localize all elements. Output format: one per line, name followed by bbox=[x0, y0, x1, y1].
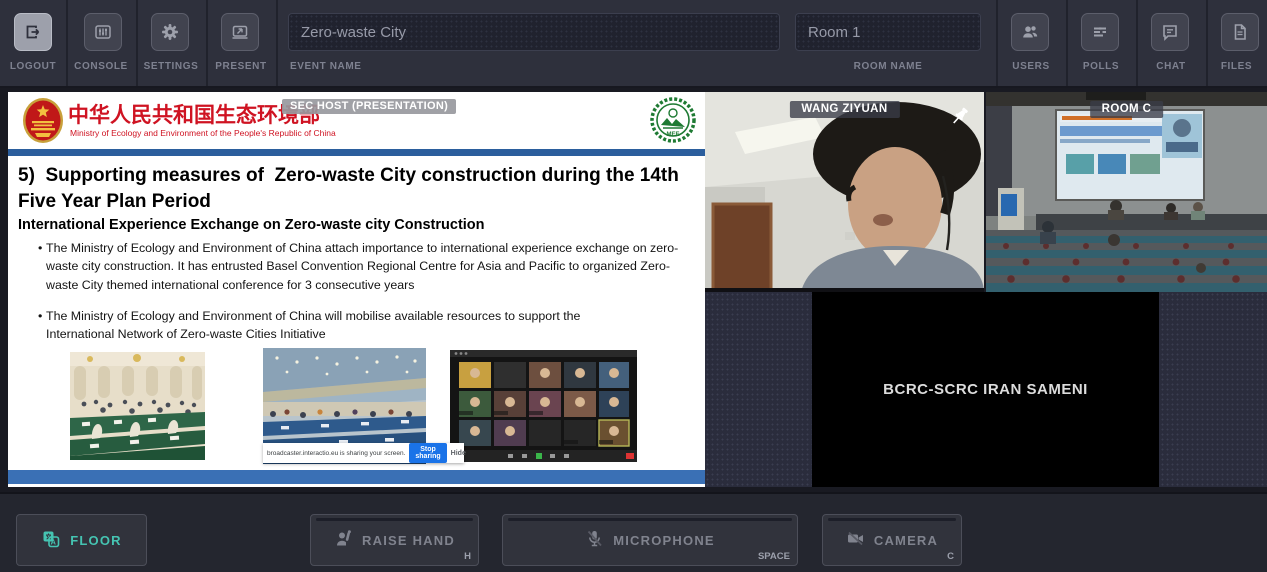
room-name-input[interactable] bbox=[795, 13, 981, 51]
console-icon bbox=[93, 22, 113, 42]
room-video-frame bbox=[986, 92, 1267, 292]
slide-bullet-list: The Ministry of Ecology and Environment … bbox=[38, 239, 686, 344]
present-button[interactable] bbox=[221, 13, 259, 51]
divider bbox=[206, 0, 208, 86]
app-window: LOGOUT CONSOLE SETTINGS PRESENT EVENT NA… bbox=[0, 0, 1267, 572]
svg-text:A: A bbox=[51, 537, 58, 546]
slide-bullet: The Ministry of Ecology and Environment … bbox=[38, 239, 686, 294]
top-toolbar: LOGOUT CONSOLE SETTINGS PRESENT EVENT NA… bbox=[0, 0, 1267, 88]
share-notification-text: broadcaster.interactio.eu is sharing you… bbox=[267, 450, 405, 457]
svg-text:MEE: MEE bbox=[666, 132, 679, 138]
settings-label: SETTINGS bbox=[136, 61, 206, 72]
camera-button[interactable]: CAMERA C bbox=[822, 514, 962, 566]
screen-share-notification: broadcaster.interactio.eu is sharing you… bbox=[263, 443, 464, 463]
video-row-secondary: BCRC-SCRC IRAN SAMENI bbox=[705, 292, 1267, 487]
divider bbox=[996, 0, 998, 86]
camera-off-icon bbox=[846, 529, 865, 551]
video-tile-wang-ziyuan[interactable]: WANG ZIYUAN bbox=[705, 92, 984, 292]
divider bbox=[1136, 0, 1138, 86]
logout-button[interactable] bbox=[14, 13, 52, 51]
files-icon bbox=[1230, 22, 1250, 42]
chat-button[interactable] bbox=[1151, 13, 1189, 51]
event-name-label: EVENT NAME bbox=[290, 61, 410, 72]
users-label: USERS bbox=[996, 61, 1066, 72]
microphone-label: MICROPHONE bbox=[613, 533, 715, 548]
stop-sharing-button[interactable]: Stop sharing bbox=[409, 443, 446, 463]
files-button[interactable] bbox=[1221, 13, 1259, 51]
raise-hand-icon bbox=[334, 529, 353, 551]
users-button[interactable] bbox=[1011, 13, 1049, 51]
event-name-input[interactable] bbox=[288, 13, 780, 51]
logout-label: LOGOUT bbox=[0, 61, 66, 72]
polls-button[interactable] bbox=[1081, 13, 1119, 51]
pin-icon[interactable] bbox=[948, 104, 972, 128]
speaker-video-frame bbox=[705, 92, 984, 292]
present-icon bbox=[230, 22, 250, 42]
camera-label: CAMERA bbox=[874, 533, 938, 548]
participant-name-text: BCRC-SCRC IRAN SAMENI bbox=[883, 381, 1088, 398]
slide-footer-bar bbox=[8, 470, 705, 484]
present-label: PRESENT bbox=[206, 61, 276, 72]
hold-indicator bbox=[508, 518, 792, 521]
slide-title: 5) Supporting measures of Zero-waste Cit… bbox=[18, 163, 686, 214]
conference-hall-photo bbox=[70, 352, 205, 460]
console-button[interactable] bbox=[84, 13, 122, 51]
raise-hand-label: RAISE HAND bbox=[362, 533, 455, 548]
hold-indicator bbox=[316, 518, 473, 521]
divider bbox=[66, 0, 68, 86]
raise-hand-button[interactable]: RAISE HAND H bbox=[310, 514, 479, 566]
presentation-slide: SEC HOST (PRESENTATION) 中华人民共和国生态环境部 Min… bbox=[8, 92, 705, 487]
divider bbox=[276, 0, 278, 86]
hide-notification-button[interactable]: Hide bbox=[451, 450, 466, 457]
divider bbox=[136, 0, 138, 86]
settings-button[interactable] bbox=[151, 13, 189, 51]
video-tile-camera-off[interactable]: BCRC-SCRC IRAN SAMENI bbox=[812, 292, 1159, 487]
slide-bullet: The Ministry of Ecology and Environment … bbox=[38, 307, 598, 344]
files-label: FILES bbox=[1206, 61, 1267, 72]
microphone-shortcut: SPACE bbox=[758, 551, 790, 562]
main-area: SEC HOST (PRESENTATION) 中华人民共和国生态环境部 Min… bbox=[0, 88, 1267, 492]
floor-label: FLOOR bbox=[70, 533, 122, 548]
raise-hand-shortcut: H bbox=[464, 551, 471, 562]
floor-language-button[interactable]: A FLOOR bbox=[16, 514, 147, 566]
slide-header-divider bbox=[8, 149, 705, 156]
microphone-muted-icon bbox=[585, 529, 604, 551]
chat-icon bbox=[1160, 22, 1180, 42]
polls-label: POLLS bbox=[1066, 61, 1136, 72]
bottom-controls: A FLOOR RAISE HAND H MICROPHONE SPACE bbox=[0, 492, 1267, 572]
room-name-label: ROOM NAME bbox=[795, 61, 981, 72]
console-label: CONSOLE bbox=[66, 61, 136, 72]
settings-icon bbox=[160, 22, 180, 42]
polls-icon bbox=[1090, 22, 1110, 42]
hold-indicator bbox=[828, 518, 956, 521]
chat-label: CHAT bbox=[1136, 61, 1206, 72]
video-tile-room-c[interactable]: ROOM C bbox=[986, 92, 1267, 292]
mee-green-logo-icon: MEE bbox=[649, 95, 697, 150]
divider bbox=[1066, 0, 1068, 86]
divider bbox=[1206, 0, 1208, 86]
microphone-button[interactable]: MICROPHONE SPACE bbox=[502, 514, 798, 566]
translation-icon: A bbox=[41, 529, 61, 552]
presenter-role-badge: SEC HOST (PRESENTATION) bbox=[282, 99, 456, 114]
logout-icon bbox=[23, 22, 43, 42]
prc-national-emblem-icon bbox=[22, 97, 64, 149]
users-icon bbox=[1020, 22, 1040, 42]
slide-subtitle: International Experience Exchange on Zer… bbox=[18, 217, 678, 233]
camera-shortcut: C bbox=[947, 551, 954, 562]
ministry-name-en: Ministry of Ecology and Environment of t… bbox=[70, 128, 336, 138]
participant-name-badge: ROOM C bbox=[1090, 101, 1164, 118]
zoom-meeting-screenshot bbox=[450, 350, 637, 462]
participant-name-badge: WANG ZIYUAN bbox=[789, 101, 899, 118]
